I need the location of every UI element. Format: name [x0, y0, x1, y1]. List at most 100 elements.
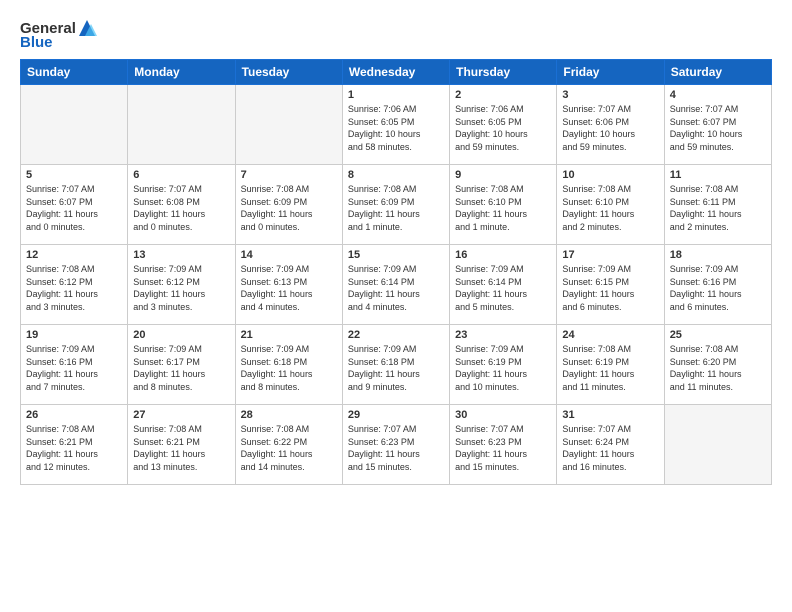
day-info: Sunrise: 7:06 AM Sunset: 6:05 PM Dayligh…: [348, 103, 444, 153]
day-number: 8: [348, 169, 444, 181]
calendar-cell: 24 Sunrise: 7:08 AM Sunset: 6:19 PM Dayli…: [557, 325, 664, 405]
calendar-cell: 16 Sunrise: 7:09 AM Sunset: 6:14 PM Dayli…: [450, 245, 557, 325]
calendar-cell: 8 Sunrise: 7:08 AM Sunset: 6:09 PM Daylig…: [342, 165, 449, 245]
day-info: Sunrise: 7:09 AM Sunset: 6:18 PM Dayligh…: [348, 343, 444, 393]
calendar-week-4: 26 Sunrise: 7:08 AM Sunset: 6:21 PM Dayli…: [21, 405, 772, 485]
calendar-cell: 1 Sunrise: 7:06 AM Sunset: 6:05 PM Daylig…: [342, 85, 449, 165]
calendar-header-sunday: Sunday: [21, 60, 128, 85]
day-info: Sunrise: 7:09 AM Sunset: 6:13 PM Dayligh…: [241, 263, 337, 313]
day-info: Sunrise: 7:07 AM Sunset: 6:07 PM Dayligh…: [26, 183, 122, 233]
day-number: 28: [241, 409, 337, 421]
day-number: 16: [455, 249, 551, 261]
day-info: Sunrise: 7:08 AM Sunset: 6:22 PM Dayligh…: [241, 423, 337, 473]
day-number: 31: [562, 409, 658, 421]
day-info: Sunrise: 7:06 AM Sunset: 6:05 PM Dayligh…: [455, 103, 551, 153]
day-number: 5: [26, 169, 122, 181]
day-info: Sunrise: 7:09 AM Sunset: 6:12 PM Dayligh…: [133, 263, 229, 313]
day-number: 1: [348, 89, 444, 101]
day-number: 22: [348, 329, 444, 341]
calendar-cell: 5 Sunrise: 7:07 AM Sunset: 6:07 PM Daylig…: [21, 165, 128, 245]
calendar-cell: 13 Sunrise: 7:09 AM Sunset: 6:12 PM Dayli…: [128, 245, 235, 325]
day-number: 15: [348, 249, 444, 261]
calendar-header-row: SundayMondayTuesdayWednesdayThursdayFrid…: [21, 60, 772, 85]
day-number: 2: [455, 89, 551, 101]
day-number: 24: [562, 329, 658, 341]
day-number: 26: [26, 409, 122, 421]
calendar-cell: [21, 85, 128, 165]
day-info: Sunrise: 7:07 AM Sunset: 6:08 PM Dayligh…: [133, 183, 229, 233]
day-info: Sunrise: 7:08 AM Sunset: 6:09 PM Dayligh…: [348, 183, 444, 233]
day-info: Sunrise: 7:09 AM Sunset: 6:17 PM Dayligh…: [133, 343, 229, 393]
day-number: 6: [133, 169, 229, 181]
day-info: Sunrise: 7:07 AM Sunset: 6:06 PM Dayligh…: [562, 103, 658, 153]
day-number: 11: [670, 169, 766, 181]
calendar-cell: 9 Sunrise: 7:08 AM Sunset: 6:10 PM Daylig…: [450, 165, 557, 245]
day-info: Sunrise: 7:09 AM Sunset: 6:15 PM Dayligh…: [562, 263, 658, 313]
calendar-cell: 18 Sunrise: 7:09 AM Sunset: 6:16 PM Dayli…: [664, 245, 771, 325]
day-info: Sunrise: 7:07 AM Sunset: 6:07 PM Dayligh…: [670, 103, 766, 153]
day-info: Sunrise: 7:08 AM Sunset: 6:19 PM Dayligh…: [562, 343, 658, 393]
calendar-header-thursday: Thursday: [450, 60, 557, 85]
calendar-cell: 6 Sunrise: 7:07 AM Sunset: 6:08 PM Daylig…: [128, 165, 235, 245]
logo: General Blue: [20, 18, 98, 51]
calendar-cell: 31 Sunrise: 7:07 AM Sunset: 6:24 PM Dayli…: [557, 405, 664, 485]
calendar-cell: 29Sunrise: 7:07 AM Sunset: 6:23 PM Dayli…: [342, 405, 449, 485]
calendar-cell: 4 Sunrise: 7:07 AM Sunset: 6:07 PM Daylig…: [664, 85, 771, 165]
day-info: Sunrise: 7:08 AM Sunset: 6:09 PM Dayligh…: [241, 183, 337, 233]
day-number: 4: [670, 89, 766, 101]
calendar-cell: 14 Sunrise: 7:09 AM Sunset: 6:13 PM Dayli…: [235, 245, 342, 325]
day-info: Sunrise: 7:08 AM Sunset: 6:21 PM Dayligh…: [133, 423, 229, 473]
calendar-cell: 22 Sunrise: 7:09 AM Sunset: 6:18 PM Dayli…: [342, 325, 449, 405]
calendar-header-tuesday: Tuesday: [235, 60, 342, 85]
day-info: Sunrise: 7:08 AM Sunset: 6:20 PM Dayligh…: [670, 343, 766, 393]
calendar-cell: 25 Sunrise: 7:08 AM Sunset: 6:20 PM Dayli…: [664, 325, 771, 405]
calendar: SundayMondayTuesdayWednesdayThursdayFrid…: [20, 59, 772, 485]
calendar-cell: 17 Sunrise: 7:09 AM Sunset: 6:15 PM Dayli…: [557, 245, 664, 325]
calendar-week-2: 12 Sunrise: 7:08 AM Sunset: 6:12 PM Dayli…: [21, 245, 772, 325]
day-info: Sunrise: 7:09 AM Sunset: 6:19 PM Dayligh…: [455, 343, 551, 393]
day-number: 25: [670, 329, 766, 341]
day-info: Sunrise: 7:09 AM Sunset: 6:16 PM Dayligh…: [670, 263, 766, 313]
logo-icon: [77, 18, 97, 38]
day-number: 14: [241, 249, 337, 261]
day-number: 3: [562, 89, 658, 101]
day-number: 12: [26, 249, 122, 261]
calendar-cell: 19 Sunrise: 7:09 AM Sunset: 6:16 PM Dayli…: [21, 325, 128, 405]
day-number: 19: [26, 329, 122, 341]
calendar-cell: 23 Sunrise: 7:09 AM Sunset: 6:19 PM Dayli…: [450, 325, 557, 405]
day-number: 29: [348, 409, 444, 421]
calendar-cell: 26 Sunrise: 7:08 AM Sunset: 6:21 PM Dayli…: [21, 405, 128, 485]
day-number: 20: [133, 329, 229, 341]
day-number: 21: [241, 329, 337, 341]
calendar-week-1: 5 Sunrise: 7:07 AM Sunset: 6:07 PM Daylig…: [21, 165, 772, 245]
calendar-cell: 27Sunrise: 7:08 AM Sunset: 6:21 PM Dayli…: [128, 405, 235, 485]
calendar-cell: 15 Sunrise: 7:09 AM Sunset: 6:14 PM Dayli…: [342, 245, 449, 325]
day-number: 18: [670, 249, 766, 261]
day-number: 17: [562, 249, 658, 261]
day-number: 9: [455, 169, 551, 181]
day-info: Sunrise: 7:09 AM Sunset: 6:14 PM Dayligh…: [348, 263, 444, 313]
calendar-header-friday: Friday: [557, 60, 664, 85]
day-number: 10: [562, 169, 658, 181]
day-info: Sunrise: 7:08 AM Sunset: 6:21 PM Dayligh…: [26, 423, 122, 473]
day-info: Sunrise: 7:09 AM Sunset: 6:18 PM Dayligh…: [241, 343, 337, 393]
day-info: Sunrise: 7:07 AM Sunset: 6:24 PM Dayligh…: [562, 423, 658, 473]
day-info: Sunrise: 7:08 AM Sunset: 6:12 PM Dayligh…: [26, 263, 122, 313]
calendar-week-3: 19 Sunrise: 7:09 AM Sunset: 6:16 PM Dayli…: [21, 325, 772, 405]
day-info: Sunrise: 7:07 AM Sunset: 6:23 PM Dayligh…: [455, 423, 551, 473]
day-info: Sunrise: 7:08 AM Sunset: 6:10 PM Dayligh…: [455, 183, 551, 233]
calendar-cell: [128, 85, 235, 165]
calendar-cell: 21 Sunrise: 7:09 AM Sunset: 6:18 PM Dayli…: [235, 325, 342, 405]
calendar-cell: [664, 405, 771, 485]
calendar-week-0: 1 Sunrise: 7:06 AM Sunset: 6:05 PM Daylig…: [21, 85, 772, 165]
calendar-cell: 20 Sunrise: 7:09 AM Sunset: 6:17 PM Dayli…: [128, 325, 235, 405]
day-info: Sunrise: 7:09 AM Sunset: 6:16 PM Dayligh…: [26, 343, 122, 393]
page: General Blue SundayMondayTuesdayWednesda…: [0, 0, 792, 612]
day-number: 7: [241, 169, 337, 181]
day-number: 23: [455, 329, 551, 341]
day-info: Sunrise: 7:09 AM Sunset: 6:14 PM Dayligh…: [455, 263, 551, 313]
calendar-cell: 3 Sunrise: 7:07 AM Sunset: 6:06 PM Daylig…: [557, 85, 664, 165]
day-number: 13: [133, 249, 229, 261]
calendar-cell: 2 Sunrise: 7:06 AM Sunset: 6:05 PM Daylig…: [450, 85, 557, 165]
calendar-header-monday: Monday: [128, 60, 235, 85]
